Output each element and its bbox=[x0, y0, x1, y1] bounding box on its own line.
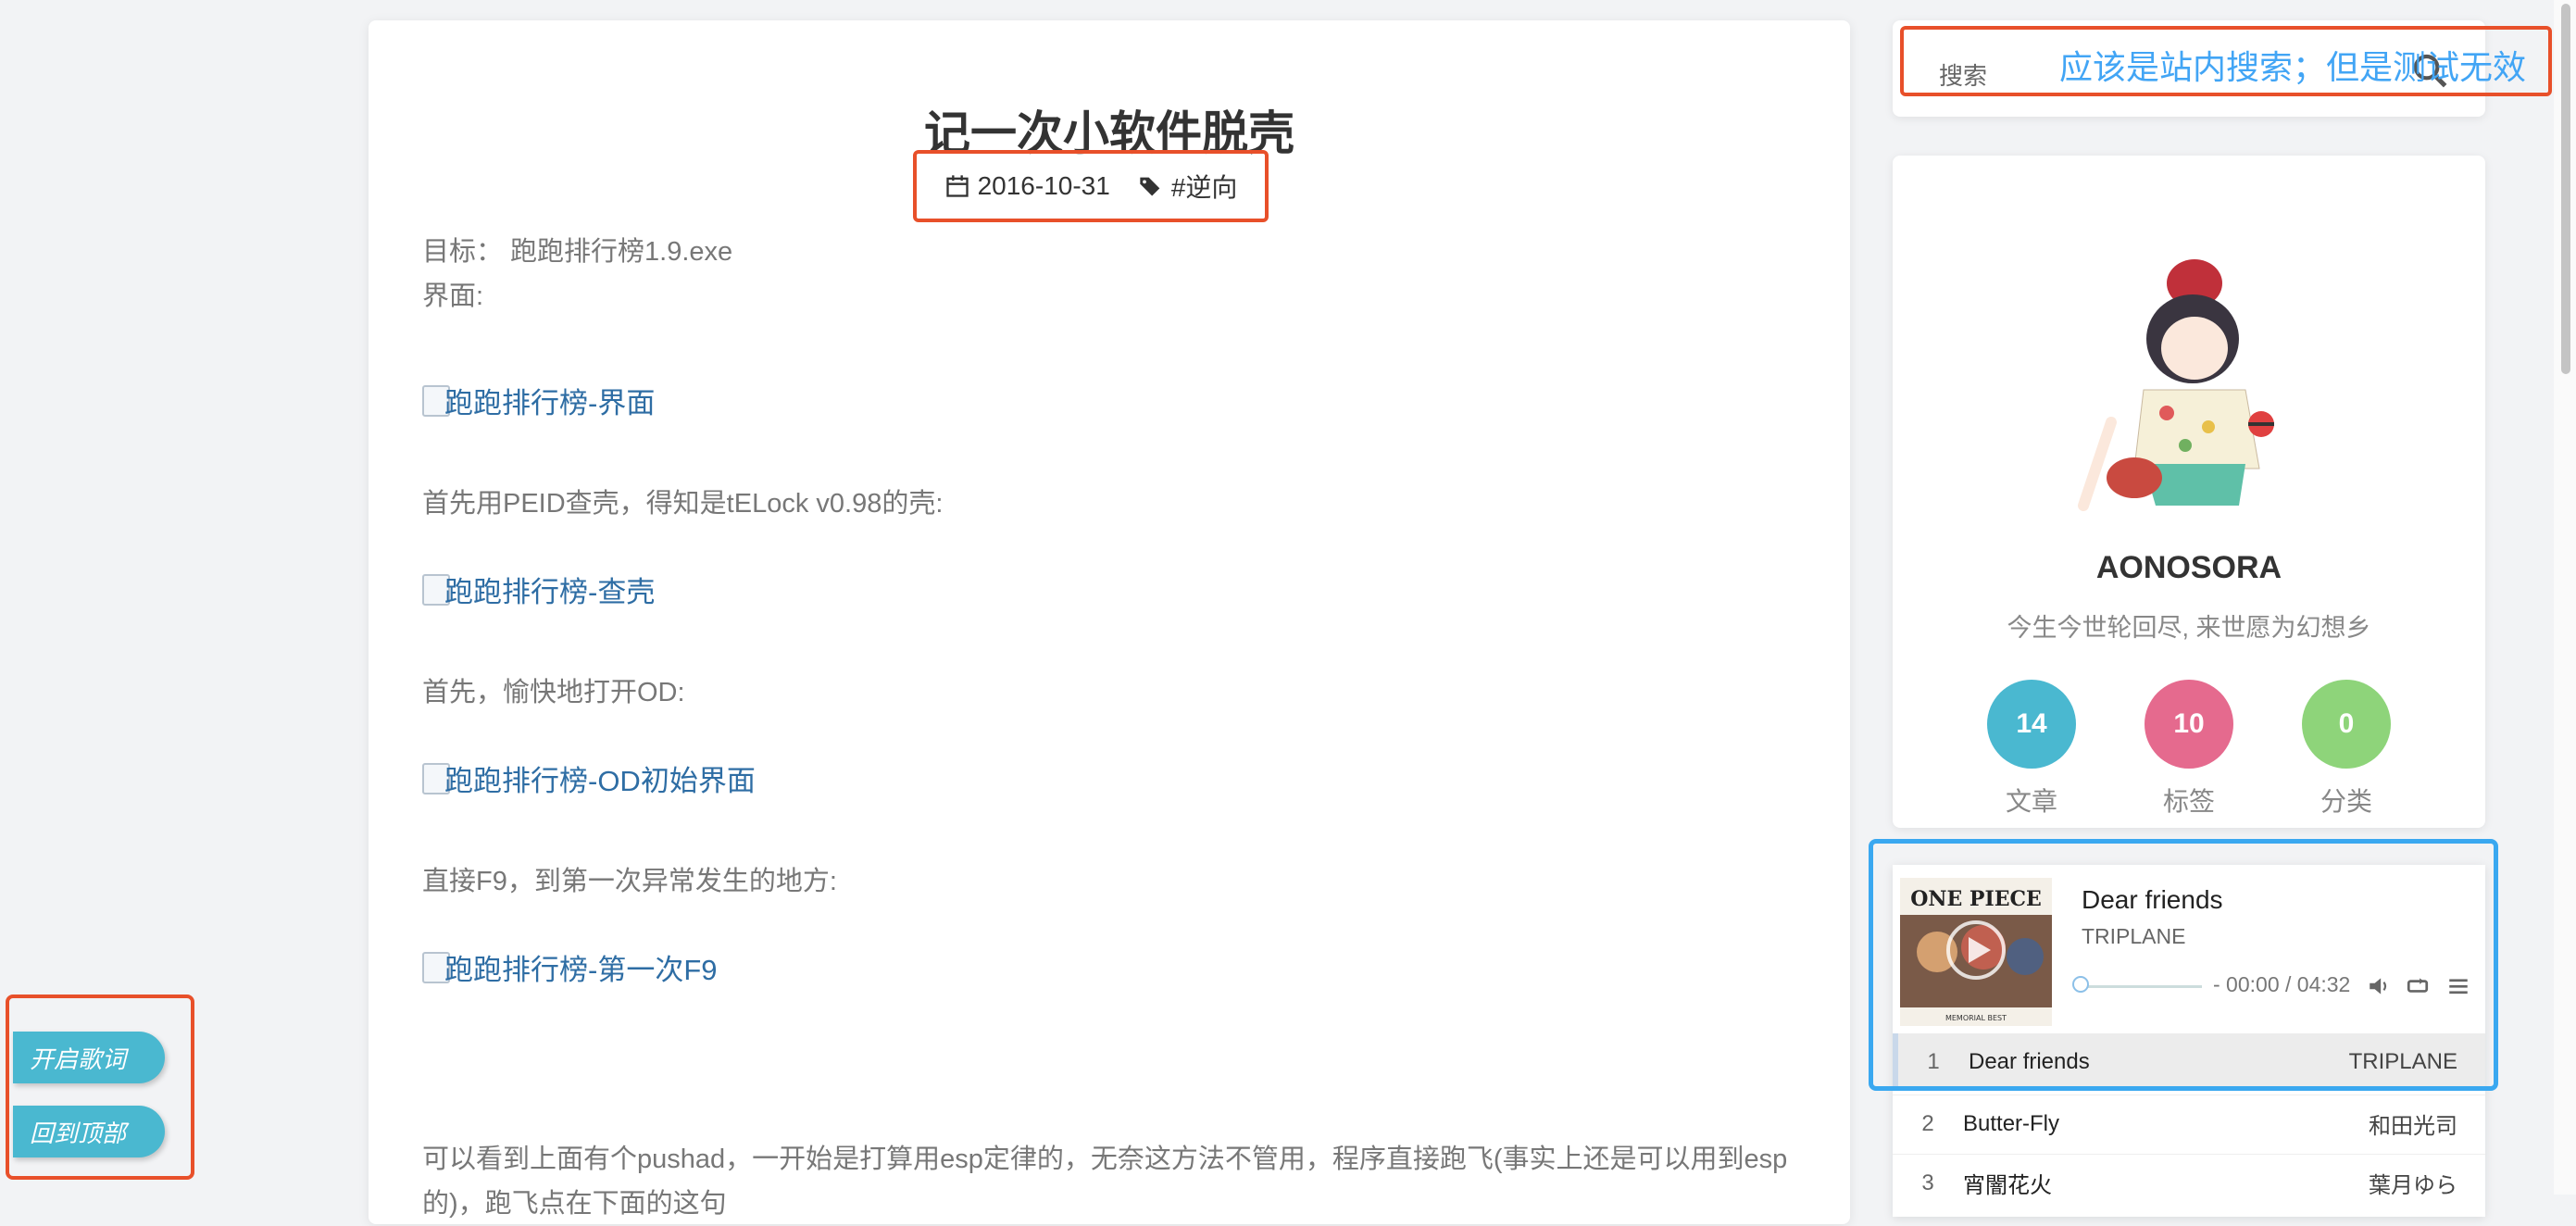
stat-articles[interactable]: 14 文章 bbox=[1987, 680, 2076, 819]
image-link-f9[interactable]: 跑跑排行榜-第一次F9 bbox=[422, 946, 718, 988]
paragraph-interface: 界面: bbox=[422, 281, 484, 311]
player-highlight-box bbox=[1869, 839, 2498, 1091]
calendar-icon bbox=[945, 175, 969, 197]
stat-tags-count: 10 bbox=[2145, 680, 2233, 769]
paragraph-peid: 首先用PEID查壳，得知是tELock v0.98的壳: bbox=[422, 489, 944, 519]
stat-articles-count: 14 bbox=[1987, 680, 2076, 769]
image-link-interface[interactable]: 跑跑排行榜-界面 bbox=[422, 380, 655, 421]
paragraph-pushad: 可以看到上面有个pushad，一开始是打算用esp定律的，无奈这方法不管用，程序… bbox=[422, 1145, 1788, 1219]
date-meta: 2016-10-31 bbox=[944, 171, 1110, 201]
stat-tags[interactable]: 10 标签 bbox=[2145, 680, 2233, 819]
stat-articles-label: 文章 bbox=[2005, 787, 2057, 816]
stat-categories-label: 分类 bbox=[2320, 787, 2372, 816]
article-date: 2016-10-31 bbox=[977, 171, 1110, 200]
article-card: 记一次小软件脱壳 2016-10-31 #逆向 目标： 跑跑排行榜1.9.exe… bbox=[369, 20, 1850, 1224]
article-tag[interactable]: #逆向 bbox=[1171, 168, 1238, 205]
paragraph-od: 首先，愉快地打开OD: bbox=[422, 678, 685, 707]
avatar bbox=[2078, 259, 2274, 511]
profile-motto: 今生今世轮回尽, 来世愿为幻想乡 bbox=[2007, 614, 2371, 642]
search-highlight-box bbox=[1900, 26, 2552, 96]
image-link-peid[interactable]: 跑跑排行榜-查壳 bbox=[422, 569, 655, 610]
float-highlight-box bbox=[6, 995, 194, 1180]
article-meta: 2016-10-31 #逆向 bbox=[913, 150, 1269, 222]
stat-categories-count: 0 bbox=[2302, 680, 2391, 769]
playlist-item[interactable]: 2 Butter-Fly 和田光司 bbox=[1893, 1095, 2485, 1152]
scrollbar-thumb[interactable] bbox=[2561, 4, 2570, 374]
stat-tags-label: 标签 bbox=[2162, 787, 2215, 816]
tag-meta[interactable]: #逆向 bbox=[1138, 168, 1238, 205]
playlist-item[interactable]: 3 宵闇花火 葉月ゆら bbox=[1893, 1154, 2485, 1211]
profile-name: AONOSORA bbox=[2095, 550, 2282, 585]
image-link-od[interactable]: 跑跑排行榜-OD初始界面 bbox=[422, 757, 756, 799]
paragraph-f9: 直接F9，到第一次异常发生的地方: bbox=[422, 867, 837, 896]
stat-categories[interactable]: 0 分类 bbox=[2302, 680, 2391, 819]
paragraph-target: 目标： 跑跑排行榜1.9.exe bbox=[422, 237, 733, 267]
tags-icon bbox=[1140, 177, 1160, 196]
